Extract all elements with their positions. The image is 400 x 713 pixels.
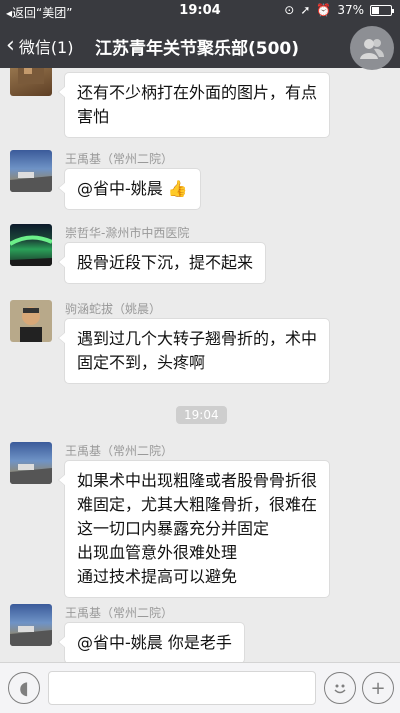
road-avatar-image [10,626,52,646]
road-avatar-image [10,172,52,192]
aurora-avatar-image [10,235,52,266]
sender-name: 王禹基（常州二院） [65,606,174,620]
message-bubble[interactable]: 还有不少柄打在外面的图片，有点 害怕 [57,72,331,138]
message-line: 遇到过几个大转子翘骨折的，术中 [77,329,318,348]
message-line: 通过技术提高可以避免 [77,567,238,586]
person-avatar[interactable] [10,300,52,342]
chevron-left-icon: ‹ [6,33,15,58]
time-divider: 19:04 [176,406,227,424]
chat-area[interactable]: 还有不少柄打在外面的图片，有点 害怕 王禹基（常州二院） @省中-姚晨 👍 崇哲… [0,68,400,662]
message-line: 出现血管意外很难处理 [77,543,238,562]
group-members-icon [360,39,384,59]
road-avatar[interactable] [10,442,52,484]
battery-icon [370,4,394,16]
message-line: @省中-姚晨 你是老手 [77,633,232,652]
message-line: 这一切口内暴露充分并固定 [77,519,270,538]
nav-bar: ‹ 微信(1) 江苏青年关节聚乐部(500) [0,22,400,70]
more-button[interactable]: + [362,672,394,704]
message-line: 如果术中出现粗隆或者股骨骨折很 [77,471,318,490]
sender-name: 驹涵蛇拔（姚晨） [65,302,162,316]
message-line: @省中-姚晨 👍 [77,179,188,198]
lock-icon: ⊙ [284,3,295,17]
sender-name: 崇哲华-滁州市中西医院 [65,226,190,240]
input-bar: ◖ + [0,662,400,713]
location-icon: ➚ [300,3,311,17]
smiley-icon [334,684,346,694]
message-bubble[interactable]: @省中-姚晨 你是老手 [58,622,245,662]
voice-icon: ◖ [19,677,29,699]
chat-title: 江苏青年关节聚乐部(500) [95,39,300,59]
group-info-button[interactable] [350,26,394,70]
plus-icon: + [370,677,386,699]
message-line: 难固定，尤其大粗隆骨折，很难在 [77,495,318,514]
back-button[interactable]: ‹ 微信(1) [6,34,73,58]
message-line: 股骨近段下沉，提不起来 [77,253,254,272]
person-avatar-image [20,307,42,342]
message-line: 还有不少柄打在外面的图片，有点 [77,83,318,102]
message-bubble[interactable]: @省中-姚晨 👍 [58,168,201,210]
photo-avatar-image [18,68,44,84]
photo-avatar[interactable] [10,68,52,96]
alarm-icon: ⏰ [316,3,332,17]
road-avatar-image [10,464,52,484]
road-avatar[interactable] [10,150,52,192]
battery-percent: 37% [337,3,364,17]
sender-name: 王禹基（常州二院） [65,444,174,458]
road-avatar[interactable] [10,604,52,646]
message-line: 固定不到，头疼啊 [77,353,206,372]
message-line: 害怕 [77,107,110,126]
emoji-button[interactable] [324,672,356,704]
status-bar: ◂返回“美团” 19:04 ⊙ ➚ ⏰ 37% [0,0,400,22]
sender-name: 王禹基（常州二院） [65,152,174,166]
voice-button[interactable]: ◖ [8,672,40,704]
aurora-avatar[interactable] [10,224,52,266]
message-bubble[interactable]: 股骨近段下沉，提不起来 [57,242,267,284]
message-bubble[interactable]: 遇到过几个大转子翘骨折的，术中 固定不到，头疼啊 [57,318,331,384]
message-bubble[interactable]: 如果术中出现粗隆或者股骨骨折很 难固定，尤其大粗隆骨折，很难在 这一切口内暴露充… [57,460,331,598]
back-label: 微信(1) [18,38,74,57]
message-input[interactable] [48,671,316,705]
